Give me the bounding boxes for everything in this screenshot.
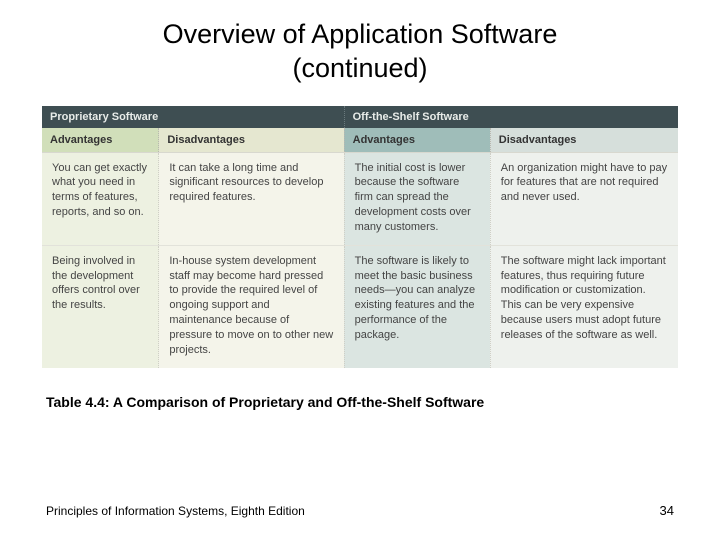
top-header-proprietary: Proprietary Software [42, 106, 344, 128]
table-row: You can get exactly what you need in ter… [42, 152, 678, 245]
table-sub-header: Advantages Disadvantages Advantages Disa… [42, 128, 678, 153]
subheader-cell: Disadvantages [159, 128, 344, 153]
title-line-1: Overview of Application Software [163, 19, 558, 49]
subheader-cell: Disadvantages [490, 128, 678, 153]
title-line-2: (continued) [292, 53, 427, 83]
table-cell: You can get exactly what you need in ter… [42, 152, 159, 245]
top-header-offtheshelf: Off-the-Shelf Software [344, 106, 678, 128]
table-cell: In-house system development staff may be… [159, 245, 344, 367]
table-top-header: Proprietary Software Off-the-Shelf Softw… [42, 106, 678, 128]
table-row: Being involved in the development offers… [42, 245, 678, 367]
table-cell: An organization might have to pay for fe… [490, 152, 678, 245]
subheader-cell: Advantages [344, 128, 490, 153]
table-cell: Being involved in the development offers… [42, 245, 159, 367]
table-cell: It can take a long time and significant … [159, 152, 344, 245]
table-cell: The software is likely to meet the basic… [344, 245, 490, 367]
slide-title: Overview of Application Software (contin… [0, 0, 720, 92]
footer-source: Principles of Information Systems, Eight… [46, 504, 305, 518]
page-number: 34 [660, 503, 674, 518]
comparison-table: Proprietary Software Off-the-Shelf Softw… [42, 106, 678, 368]
table-cell: The software might lack important featur… [490, 245, 678, 367]
table-cell: The initial cost is lower because the so… [344, 152, 490, 245]
table-body: You can get exactly what you need in ter… [42, 152, 678, 368]
subheader-cell: Advantages [42, 128, 159, 153]
table-caption: Table 4.4: A Comparison of Proprietary a… [46, 394, 674, 410]
